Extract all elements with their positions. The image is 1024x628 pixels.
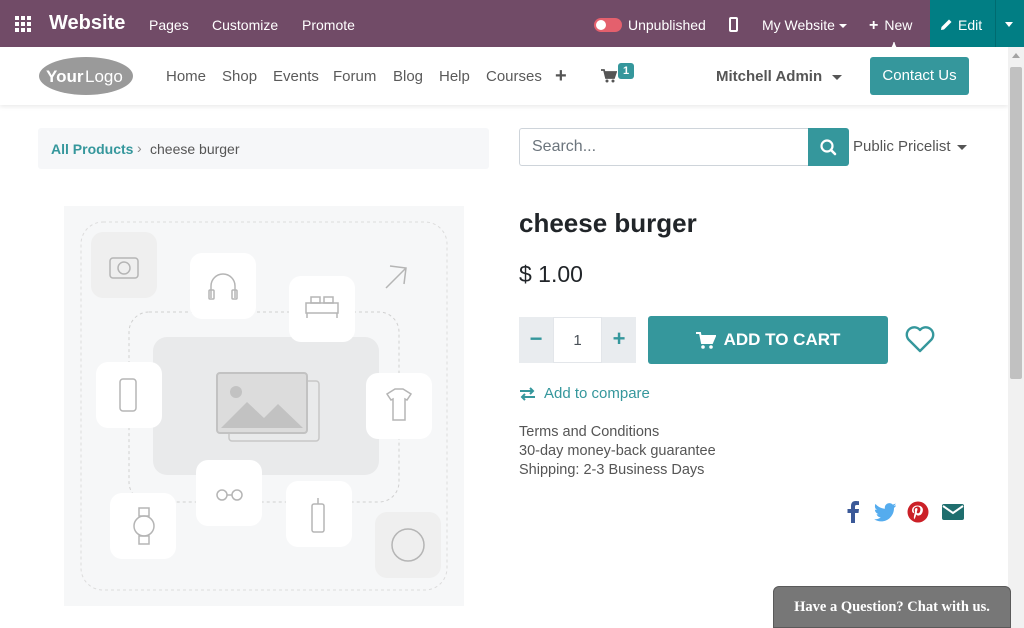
app-title[interactable]: Website [49,12,125,35]
search-input[interactable] [519,128,809,166]
nav-shop[interactable]: Shop [222,68,257,85]
add-menu-item-icon[interactable]: + [555,65,567,88]
email-icon[interactable] [941,501,965,523]
scrollbar[interactable] [1008,47,1024,628]
pencil-icon [941,19,952,30]
nav-events[interactable]: Events [273,68,319,85]
scroll-up-icon[interactable] [1012,53,1020,58]
user-name: Mitchell Admin [716,68,823,85]
quantity-input[interactable] [553,317,602,363]
breadcrumb: All Products › cheese burger [38,128,489,169]
nav-help[interactable]: Help [439,68,470,85]
site-navbar: Your Logo Home Shop Events Forum Blog He… [0,47,1008,105]
facebook-icon[interactable] [846,501,860,523]
nav-courses[interactable]: Courses [486,68,542,85]
user-menu[interactable]: Mitchell Admin [716,68,843,85]
mobile-preview-icon[interactable] [729,17,738,32]
product-placeholder-illustration [80,221,448,591]
breadcrumb-current: cheese burger [150,141,240,157]
contact-us-button[interactable]: Contact Us [870,57,969,95]
menu-promote[interactable]: Promote [302,17,355,33]
scrollbar-thumb[interactable] [1010,67,1022,379]
new-button[interactable]: + New [869,17,912,35]
edit-divider [995,0,996,47]
nav-forum[interactable]: Forum [333,68,376,85]
edit-button[interactable]: Edit [940,17,982,33]
search-icon [820,139,837,156]
pinterest-icon[interactable] [907,501,929,523]
breadcrumb-all-products[interactable]: All Products [51,141,133,157]
wishlist-heart-icon[interactable] [905,325,935,353]
add-to-compare-label: Add to compare [544,385,650,402]
website-switcher[interactable]: My Website [762,17,847,33]
product-price: $ 1.00 [519,261,583,287]
terms-link[interactable]: Terms and Conditions [519,423,716,442]
website-switcher-label: My Website [762,17,835,33]
site-logo[interactable]: Your Logo [38,56,134,96]
quantity-increase-button[interactable]: + [602,317,636,363]
new-button-label: New [884,17,913,33]
plus-icon: + [869,17,879,34]
twitter-icon[interactable] [874,501,896,523]
publish-status-label[interactable]: Unpublished [628,17,706,33]
menu-pages[interactable]: Pages [149,17,189,33]
live-chat-button[interactable]: Have a Question? Chat with us. [773,586,1011,628]
cart-count-badge[interactable]: 1 [618,63,634,79]
svg-text:Your: Your [46,67,84,86]
nav-home[interactable]: Home [166,68,206,85]
breadcrumb-separator: › [137,140,142,156]
shipping-text: Shipping: 2-3 Business Days [519,462,705,478]
apps-grid-icon[interactable] [15,16,33,32]
search-button[interactable] [808,128,849,166]
product-title: cheese burger [519,208,697,238]
product-terms: Terms and Conditions 30-day money-back g… [519,423,716,480]
edit-dropdown-icon[interactable] [1005,22,1013,27]
menu-customize[interactable]: Customize [212,17,278,33]
publish-toggle[interactable] [594,18,622,32]
add-to-compare-link[interactable]: Add to compare [519,385,650,402]
chevron-down-icon [832,74,843,80]
add-to-cart-label: ADD TO CART [723,330,841,349]
pricelist-dropdown[interactable]: Public Pricelist [853,138,967,155]
exchange-icon [520,386,535,401]
pricelist-label: Public Pricelist [853,138,951,155]
add-to-cart-button[interactable]: ADD TO CART [648,316,888,364]
svg-text:Logo: Logo [85,67,123,86]
quantity-decrease-button[interactable]: − [519,317,553,363]
product-image[interactable] [64,206,464,606]
guarantee-text: 30-day money-back guarantee [519,443,716,459]
cart-icon [695,331,716,349]
cart-icon[interactable] [601,69,617,83]
edit-button-label: Edit [958,17,983,33]
chevron-down-icon [838,24,847,29]
chevron-down-icon [956,144,967,150]
admin-bar: Website Pages Customize Promote Unpublis… [0,0,1024,47]
nav-blog[interactable]: Blog [393,68,423,85]
